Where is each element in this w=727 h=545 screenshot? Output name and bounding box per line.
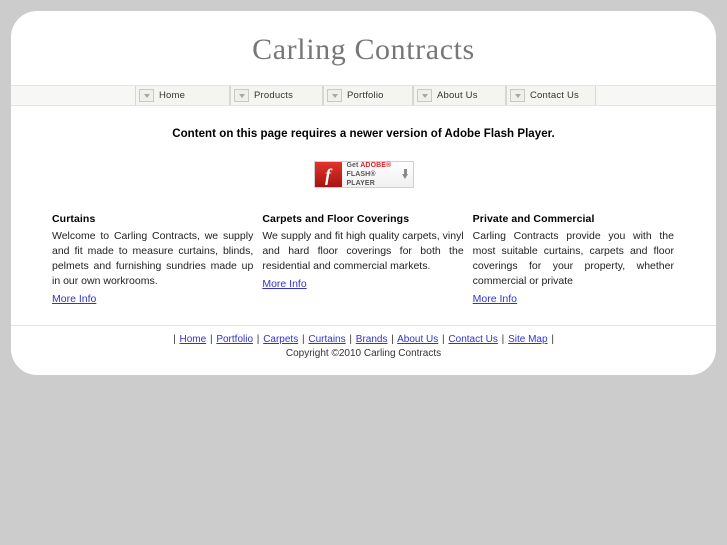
footer-link-portfolio[interactable]: Portfolio	[216, 334, 253, 345]
footer-separator: |	[349, 334, 353, 345]
copyright-text: Copyright ©2010 Carling Contracts	[285, 348, 442, 359]
flash-f-glyph: f	[325, 164, 331, 185]
footer-separator: |	[209, 334, 213, 345]
nav-item-about-us[interactable]: About Us	[413, 86, 506, 105]
footer-separator: |	[501, 334, 505, 345]
footer-link-carpets[interactable]: Carpets	[263, 334, 298, 345]
footer-link-curtains[interactable]: Curtains	[308, 334, 345, 345]
nav-item-portfolio[interactable]: Portfolio	[323, 86, 413, 105]
content-columns: Curtains Welcome to Carling Contracts, w…	[11, 188, 716, 307]
flash-required-notice: Content on this page requires a newer ve…	[172, 128, 555, 140]
main-navigation: Home Products Portfolio About Us Contact…	[11, 86, 716, 105]
page-background: Carling Contracts Home Products Portfoli…	[0, 0, 727, 545]
footer-separator: |	[301, 334, 305, 345]
chevron-down-icon	[139, 89, 154, 102]
chevron-down-icon	[234, 89, 249, 102]
column-body: Welcome to Carling Contracts, we supply …	[52, 230, 254, 287]
get-adobe-flash-player-button[interactable]: f Get ADOBE® FLASH® PLAYER	[313, 161, 414, 188]
more-info-link[interactable]: More Info	[473, 293, 517, 305]
flash-badge-adobe-label: ADOBE®	[360, 162, 392, 169]
nav-item-products[interactable]: Products	[230, 86, 323, 105]
footer-link-about-us[interactable]: About Us	[397, 334, 438, 345]
chevron-down-icon	[510, 89, 525, 102]
content-column-curtains: Curtains Welcome to Carling Contracts, w…	[52, 213, 253, 307]
flash-badge-line2: FLASH® PLAYER	[346, 171, 376, 187]
nav-item-label: About Us	[437, 90, 478, 101]
site-footer: | Home | Portfolio | Carpets | Curtains …	[11, 326, 716, 359]
footer-separator: |	[442, 334, 445, 345]
flash-badge-text: Get ADOBE® FLASH® PLAYER	[342, 162, 399, 187]
footer-link-site-map[interactable]: Site Map	[508, 334, 547, 345]
nav-item-home[interactable]: Home	[135, 86, 230, 105]
download-arrow-icon	[399, 162, 413, 187]
chevron-down-icon	[417, 89, 432, 102]
site-container: Carling Contracts Home Products Portfoli…	[11, 11, 716, 375]
column-heading: Carpets and Floor Coverings	[262, 213, 410, 225]
footer-separator: |	[173, 334, 176, 345]
content-column-carpets: Carpets and Floor Coverings We supply an…	[262, 213, 463, 307]
footer-separator: |	[391, 334, 394, 345]
nav-item-label: Home	[159, 90, 186, 101]
column-heading: Private and Commercial	[472, 213, 595, 225]
chevron-down-icon	[327, 89, 342, 102]
footer-separator: |	[551, 334, 554, 345]
footer-link-brands[interactable]: Brands	[356, 334, 388, 345]
flash-badge-get-label: Get	[346, 162, 361, 169]
column-heading: Curtains	[52, 213, 96, 225]
footer-separator: |	[256, 334, 260, 345]
more-info-link[interactable]: More Info	[262, 278, 306, 290]
page-title: Carling Contracts	[252, 33, 475, 66]
footer-link-contact-us[interactable]: Contact Us	[448, 334, 497, 345]
nav-item-label: Products	[254, 90, 294, 101]
more-info-link[interactable]: More Info	[52, 293, 96, 305]
footer-links: | Home | Portfolio | Carpets | Curtains …	[11, 334, 716, 345]
nav-item-label: Contact Us	[530, 90, 579, 101]
flash-badge-line1: Get ADOBE®	[347, 161, 399, 170]
column-body: We supply and fit high quality carpets, …	[262, 230, 464, 272]
nav-item-label: Portfolio	[347, 90, 384, 101]
nav-item-contact-us[interactable]: Contact Us	[506, 86, 596, 105]
content-column-private-commercial: Private and Commercial Carling Contracts…	[473, 213, 674, 307]
footer-link-home[interactable]: Home	[179, 334, 206, 345]
site-header: Carling Contracts	[11, 11, 716, 85]
flash-player-icon: f	[314, 162, 342, 187]
flash-badge-row: f Get ADOBE® FLASH® PLAYER	[11, 140, 716, 188]
column-body: Carling Contracts provide you with the m…	[472, 230, 674, 287]
